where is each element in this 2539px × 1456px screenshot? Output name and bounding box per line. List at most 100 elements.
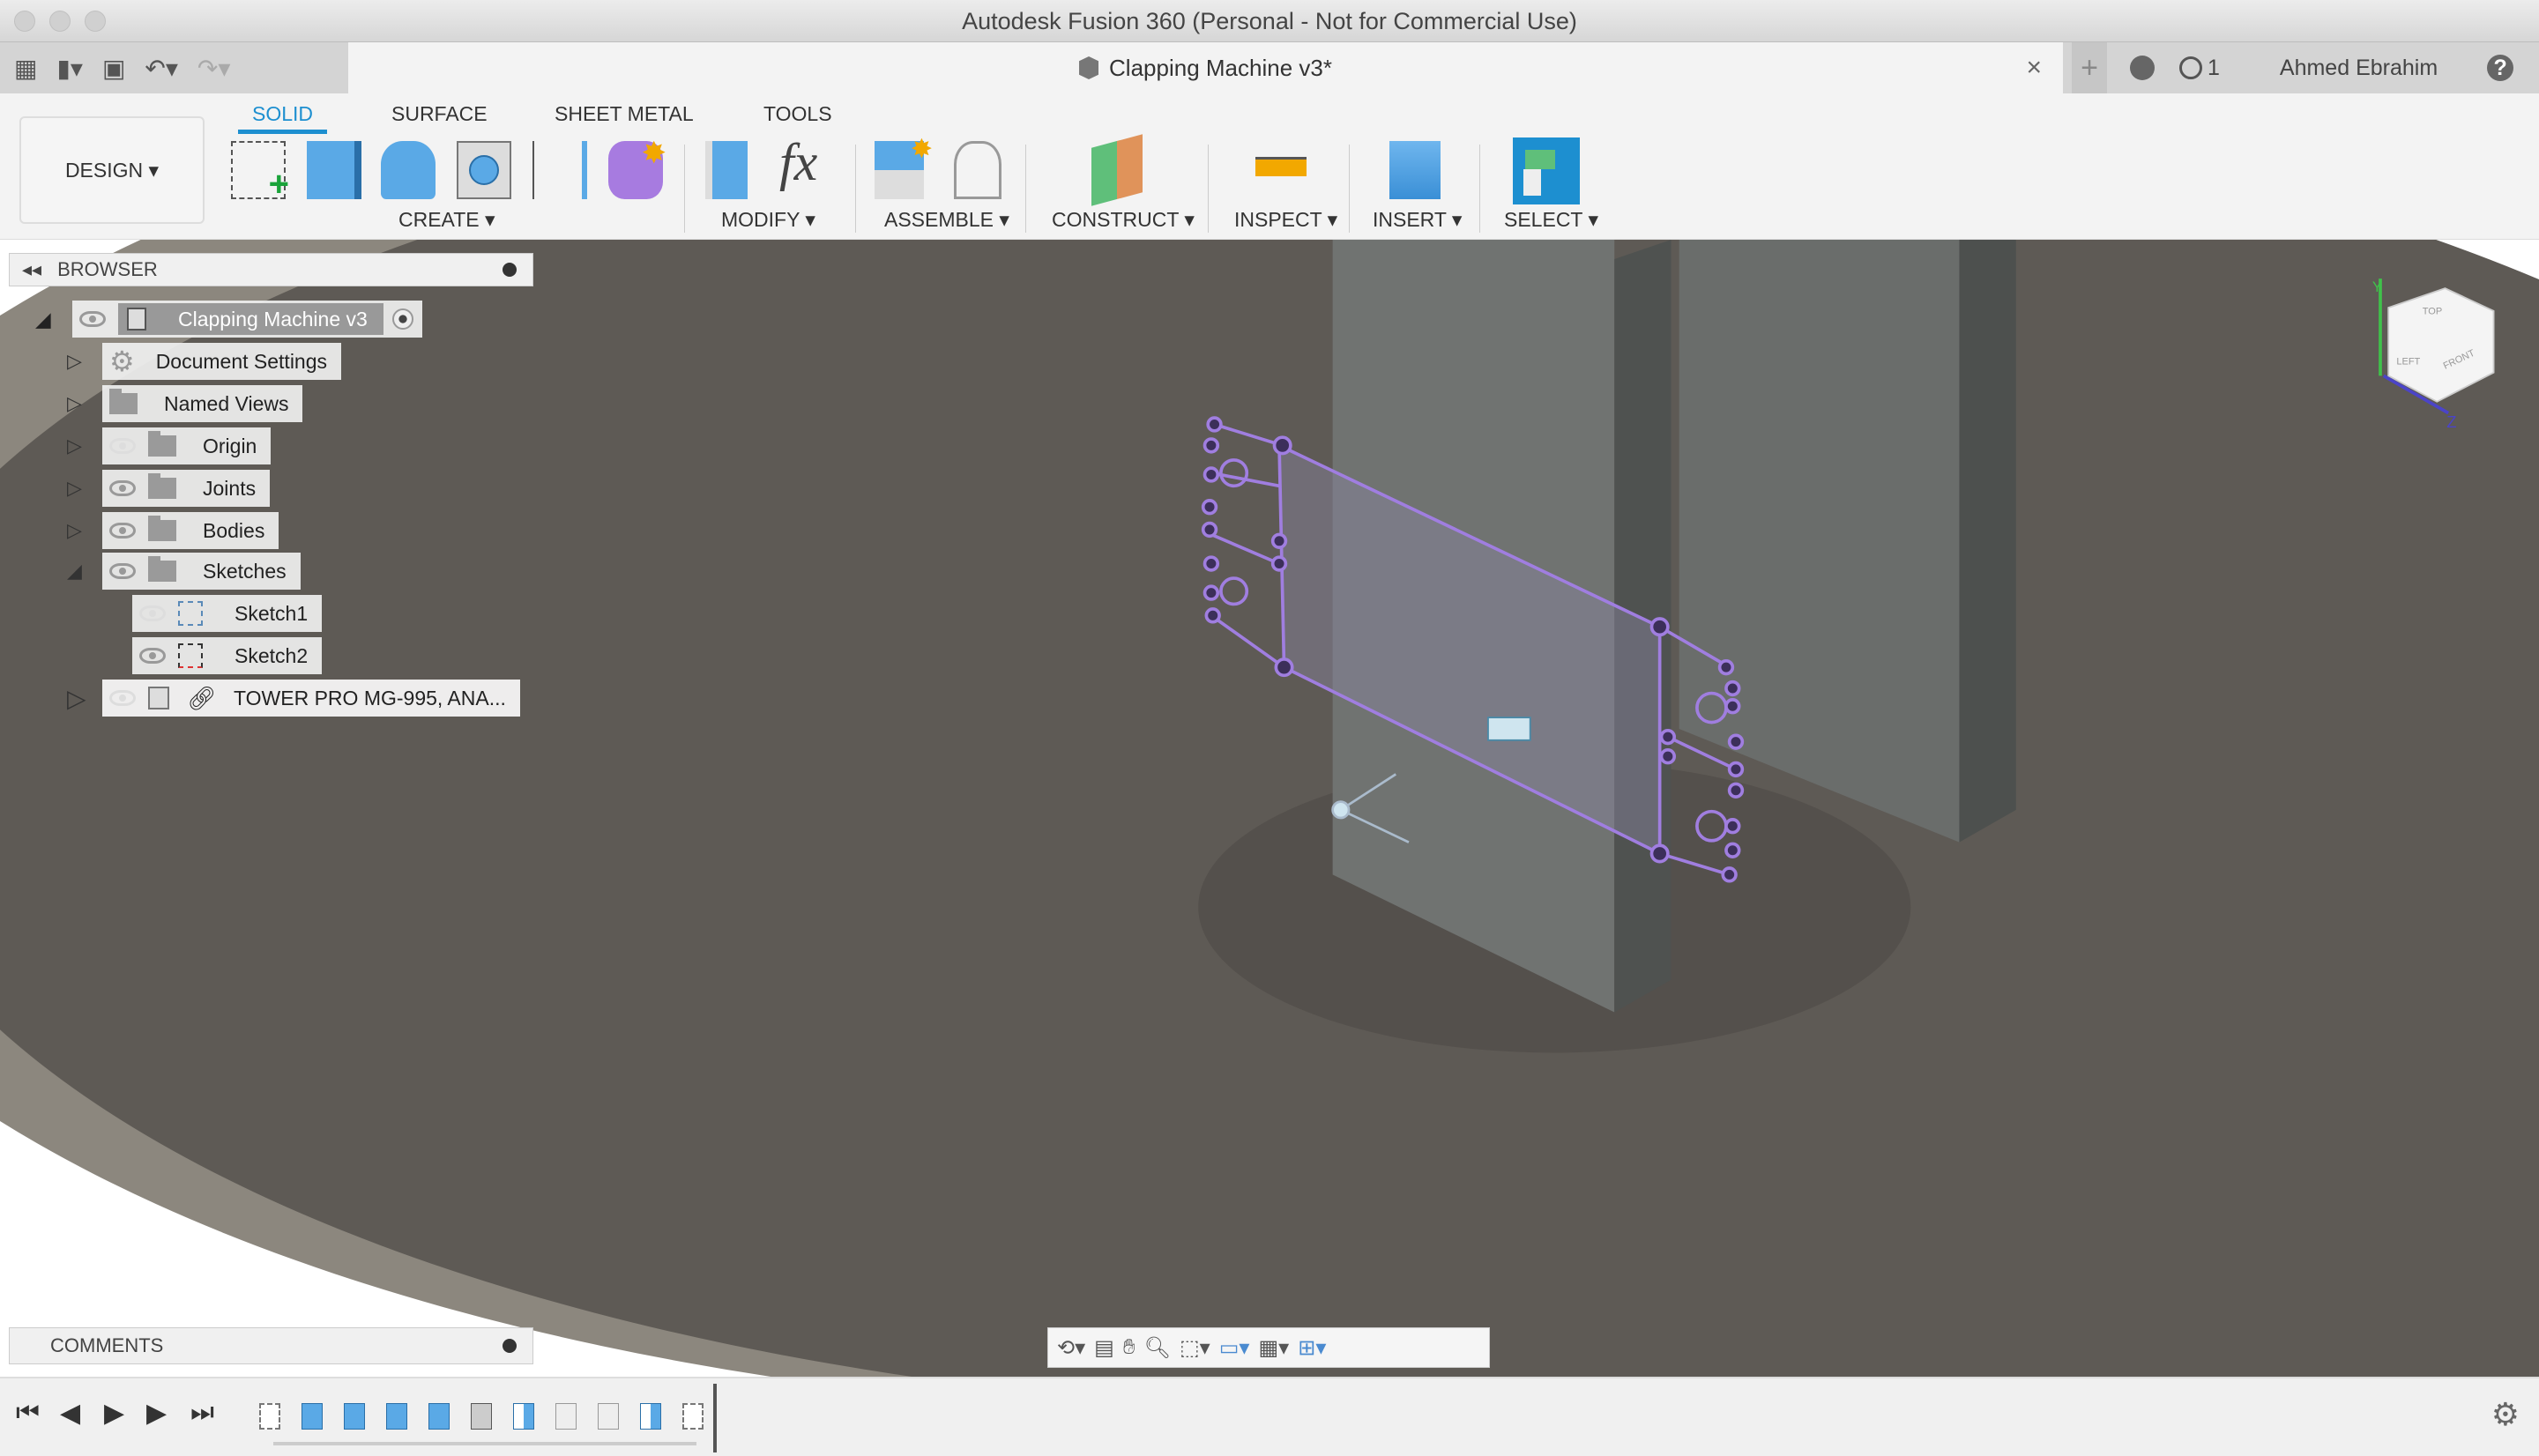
parameters-fx-icon[interactable]: fx: [779, 132, 834, 191]
joint-icon[interactable]: [954, 141, 1001, 199]
timeline-sketch[interactable]: [682, 1403, 704, 1430]
create-form-icon[interactable]: ✸: [608, 137, 666, 199]
timeline-marker[interactable]: [713, 1384, 717, 1452]
timeline-settings-gear-icon[interactable]: ⚙: [2491, 1396, 2520, 1433]
viewcube-left[interactable]: LEFT: [2396, 356, 2420, 367]
modify-menu[interactable]: MODIFY ▾: [721, 208, 815, 232]
zoom-icon[interactable]: 🔍︎: [1144, 1335, 1171, 1361]
expand-arrow-icon[interactable]: ▷: [67, 435, 82, 457]
revolve-icon[interactable]: [381, 141, 436, 199]
document-tab[interactable]: Clapping Machine v3* ×: [348, 42, 2063, 93]
tree-item-tower-pro-servo[interactable]: ▷ 🔗︎ TOWER PRO MG-995, ANA...: [67, 679, 520, 717]
timeline-insert-derive[interactable]: [471, 1403, 492, 1430]
3d-viewport[interactable]: Y Z TOP LEFT FRONT: [0, 240, 2539, 1377]
offset-plane-icon[interactable]: [1091, 134, 1143, 206]
display-settings-icon[interactable]: ▭▾: [1219, 1335, 1250, 1361]
timeline-extrude[interactable]: [344, 1403, 365, 1430]
expand-arrow-icon[interactable]: ▷: [67, 350, 82, 373]
close-tab-button[interactable]: ×: [2026, 53, 2042, 83]
select-menu[interactable]: SELECT ▾: [1504, 208, 1598, 232]
tree-item-root[interactable]: ◢ Clapping Machine v3: [35, 300, 422, 338]
tree-item-origin[interactable]: ▷ Origin: [67, 427, 272, 465]
tab-sheet-metal[interactable]: SHEET METAL: [555, 102, 694, 126]
grid-icon[interactable]: ▦: [14, 54, 37, 83]
collapse-arrow-icon[interactable]: ◢: [35, 308, 72, 331]
tree-item-joints[interactable]: ▷ Joints: [67, 469, 271, 508]
visibility-eye-icon[interactable]: [109, 523, 136, 539]
timeline-extrude[interactable]: [302, 1403, 323, 1430]
extrude-icon[interactable]: [307, 141, 361, 199]
timeline-track: [273, 1442, 696, 1445]
play-button[interactable]: ▶: [104, 1398, 124, 1429]
timeline-sketch[interactable]: [259, 1403, 280, 1430]
look-at-icon[interactable]: ▤: [1094, 1335, 1114, 1361]
expand-arrow-icon[interactable]: ▷: [67, 477, 82, 500]
orbit-icon[interactable]: ⟲▾: [1057, 1335, 1085, 1361]
help-button[interactable]: ?: [2487, 55, 2514, 81]
undo-icon[interactable]: ↶▾: [145, 54, 178, 83]
construct-menu[interactable]: CONSTRUCT ▾: [1052, 208, 1195, 232]
tree-item-sketches[interactable]: ◢ Sketches: [67, 552, 301, 591]
expand-arrow-icon[interactable]: ▷: [67, 519, 82, 542]
hole-icon[interactable]: [457, 141, 511, 199]
activate-radio-icon[interactable]: [391, 308, 413, 330]
insert-menu[interactable]: INSERT ▾: [1373, 208, 1462, 232]
go-to-end-button[interactable]: ⏭︎: [190, 1398, 214, 1428]
extensions-icon[interactable]: [2130, 56, 2155, 80]
file-icon[interactable]: ▮▾: [56, 54, 82, 83]
go-to-start-button[interactable]: ⏮︎: [16, 1398, 40, 1428]
rectangular-pattern-icon[interactable]: [532, 141, 587, 199]
tab-solid[interactable]: SOLID: [238, 102, 328, 134]
timeline-extrude[interactable]: [386, 1403, 407, 1430]
new-tab-button[interactable]: +: [2072, 42, 2107, 93]
step-forward-button[interactable]: ▶: [146, 1398, 167, 1429]
visibility-eye-icon[interactable]: [109, 563, 136, 579]
tab-tools[interactable]: TOOLS: [763, 102, 832, 126]
save-icon[interactable]: ▣: [102, 54, 125, 83]
pan-hand-icon[interactable]: ✋︎: [1123, 1335, 1135, 1360]
expand-arrow-icon[interactable]: ▷: [67, 392, 82, 415]
collapse-browser-icon[interactable]: ◂◂: [22, 258, 41, 281]
tree-item-sketch2[interactable]: Sketch2: [132, 636, 323, 675]
insert-image-icon[interactable]: [1389, 141, 1441, 199]
tab-surface[interactable]: SURFACE: [391, 102, 488, 126]
redo-icon[interactable]: ↷▾: [197, 54, 231, 83]
viewcube-top[interactable]: TOP: [2423, 307, 2442, 317]
collapse-arrow-icon[interactable]: ◢: [67, 560, 82, 583]
create-menu[interactable]: CREATE ▾: [398, 208, 495, 232]
user-name[interactable]: Ahmed Ebrahim: [2280, 56, 2438, 81]
job-status-icon[interactable]: [2179, 56, 2202, 79]
new-component-icon[interactable]: ✸: [875, 135, 933, 199]
visibility-eye-icon[interactable]: [79, 311, 106, 327]
timeline-component[interactable]: [640, 1403, 661, 1430]
create-sketch-icon[interactable]: +: [231, 141, 289, 204]
measure-icon[interactable]: [1255, 157, 1307, 176]
timeline-component[interactable]: [513, 1403, 534, 1430]
timeline-extrude[interactable]: [428, 1403, 450, 1430]
base-disk-top[interactable]: [0, 240, 2539, 1377]
hidden-eye-icon[interactable]: [109, 438, 136, 454]
select-icon[interactable]: [1513, 137, 1580, 204]
inspect-menu[interactable]: INSPECT ▾: [1234, 208, 1337, 232]
timeline-joint[interactable]: [598, 1403, 619, 1430]
visibility-eye-icon[interactable]: [139, 648, 166, 664]
viewports-icon[interactable]: ⊞▾: [1298, 1335, 1326, 1361]
press-pull-icon[interactable]: [705, 141, 748, 199]
timeline-joint[interactable]: [555, 1403, 577, 1430]
step-back-button[interactable]: ◀: [60, 1398, 80, 1429]
browser-pin-icon[interactable]: [503, 263, 517, 277]
add-comment-icon[interactable]: [503, 1339, 517, 1353]
assemble-menu[interactable]: ASSEMBLE ▾: [884, 208, 1009, 232]
grid-settings-icon[interactable]: ▦▾: [1258, 1335, 1289, 1361]
sketch-constraint-glyph[interactable]: [1487, 717, 1531, 741]
expand-arrow-icon[interactable]: ▷: [67, 684, 86, 713]
tree-item-bodies[interactable]: ▷ Bodies: [67, 511, 279, 550]
visibility-eye-icon[interactable]: [109, 480, 136, 496]
tree-item-named-views[interactable]: ▷ Named Views: [67, 384, 303, 423]
fit-icon[interactable]: ⬚▾: [1180, 1335, 1210, 1361]
workspace-switcher[interactable]: DESIGN ▾: [19, 116, 205, 224]
tree-item-sketch1[interactable]: Sketch1: [132, 594, 323, 633]
tree-item-document-settings[interactable]: ▷ ⚙ Document Settings: [67, 342, 342, 381]
hidden-eye-icon[interactable]: [139, 605, 166, 621]
hidden-eye-icon[interactable]: [109, 690, 136, 706]
